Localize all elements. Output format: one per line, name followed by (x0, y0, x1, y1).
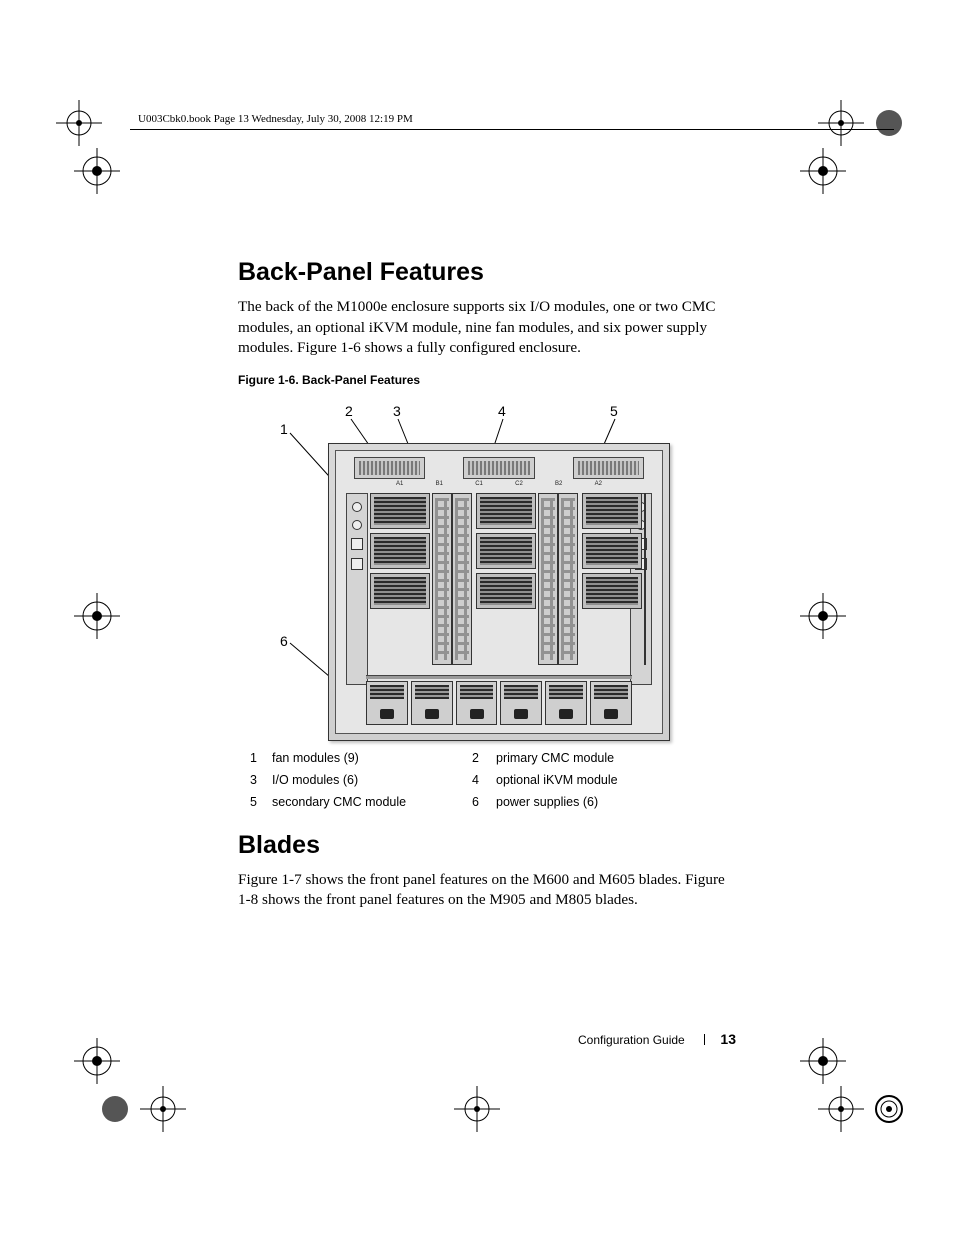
crop-mark-icon (800, 593, 846, 639)
fan-module (476, 493, 536, 529)
running-head: U003Cbk0.book Page 13 Wednesday, July 30… (138, 113, 413, 125)
figure-legend: 1 fan modules (9) 2 primary CMC module 3… (250, 751, 738, 809)
paragraph-back-panel: The back of the M1000e enclosure support… (238, 297, 738, 359)
footer-separator (704, 1034, 705, 1045)
content-area: Back-Panel Features The back of the M100… (238, 258, 738, 925)
crop-mark-icon (74, 148, 120, 194)
psu-row (366, 681, 632, 725)
legend-num: 4 (472, 773, 496, 787)
io-slot-labels: A1B1C1 C2B2A2 (396, 481, 602, 491)
legend-num: 5 (250, 795, 272, 809)
legend-num: 1 (250, 751, 272, 765)
fan-module (370, 493, 430, 529)
power-supply (411, 681, 453, 725)
crop-dot-icon (92, 1086, 138, 1132)
legend-text: optional iKVM module (496, 773, 696, 787)
figure-caption: Figure 1-6. Back-Panel Features (238, 373, 738, 387)
legend-num: 6 (472, 795, 496, 809)
io-module (558, 493, 578, 665)
legend-text: fan modules (9) (272, 751, 472, 765)
fan-module (370, 533, 430, 569)
crop-mark-icon (56, 100, 102, 146)
legend-num: 2 (472, 751, 496, 765)
crop-mark-icon (818, 1086, 864, 1132)
mid-grid (346, 493, 652, 663)
fan-module (370, 573, 430, 609)
cmc-primary-module (354, 457, 425, 479)
cmc-secondary-module (573, 457, 644, 479)
fan-module (582, 573, 642, 609)
power-supply (590, 681, 632, 725)
crop-mark-icon (74, 593, 120, 639)
paragraph-blades: Figure 1-7 shows the front panel feature… (238, 870, 738, 911)
crop-mark-icon (140, 1086, 186, 1132)
crop-dot-icon (866, 100, 912, 146)
psu-shelf (366, 675, 632, 679)
ikvm-module (463, 457, 534, 479)
crop-dot-icon (866, 1086, 912, 1132)
legend-text: secondary CMC module (272, 795, 472, 809)
io-module (538, 493, 558, 665)
legend-num: 3 (250, 773, 272, 787)
legend-text: power supplies (6) (496, 795, 696, 809)
power-supply (456, 681, 498, 725)
fan-module (476, 533, 536, 569)
fan-module (476, 573, 536, 609)
heading-blades: Blades (238, 831, 738, 860)
io-module (432, 493, 452, 665)
crop-mark-icon (818, 100, 864, 146)
power-supply (545, 681, 587, 725)
page-footer: Configuration Guide 13 (578, 1031, 736, 1047)
crop-mark-icon (454, 1086, 500, 1132)
io-module (644, 493, 646, 665)
crop-mark-icon (74, 1038, 120, 1084)
page: U003Cbk0.book Page 13 Wednesday, July 30… (0, 0, 954, 1235)
figure-1-6: 1 2 3 4 5 6 (238, 403, 738, 743)
power-supply (500, 681, 542, 725)
io-module (452, 493, 472, 665)
legend-text: primary CMC module (496, 751, 696, 765)
fan-module (582, 533, 642, 569)
footer-doc-title: Configuration Guide (578, 1033, 685, 1047)
crop-mark-icon (800, 1038, 846, 1084)
heading-back-panel: Back-Panel Features (238, 258, 738, 287)
enclosure-rear-diagram: A1B1C1 C2B2A2 (328, 443, 670, 741)
legend-text: I/O modules (6) (272, 773, 472, 787)
power-supply (366, 681, 408, 725)
header-rule (130, 129, 894, 130)
fan-module (582, 493, 642, 529)
crop-mark-icon (800, 148, 846, 194)
footer-page-number: 13 (720, 1031, 736, 1047)
